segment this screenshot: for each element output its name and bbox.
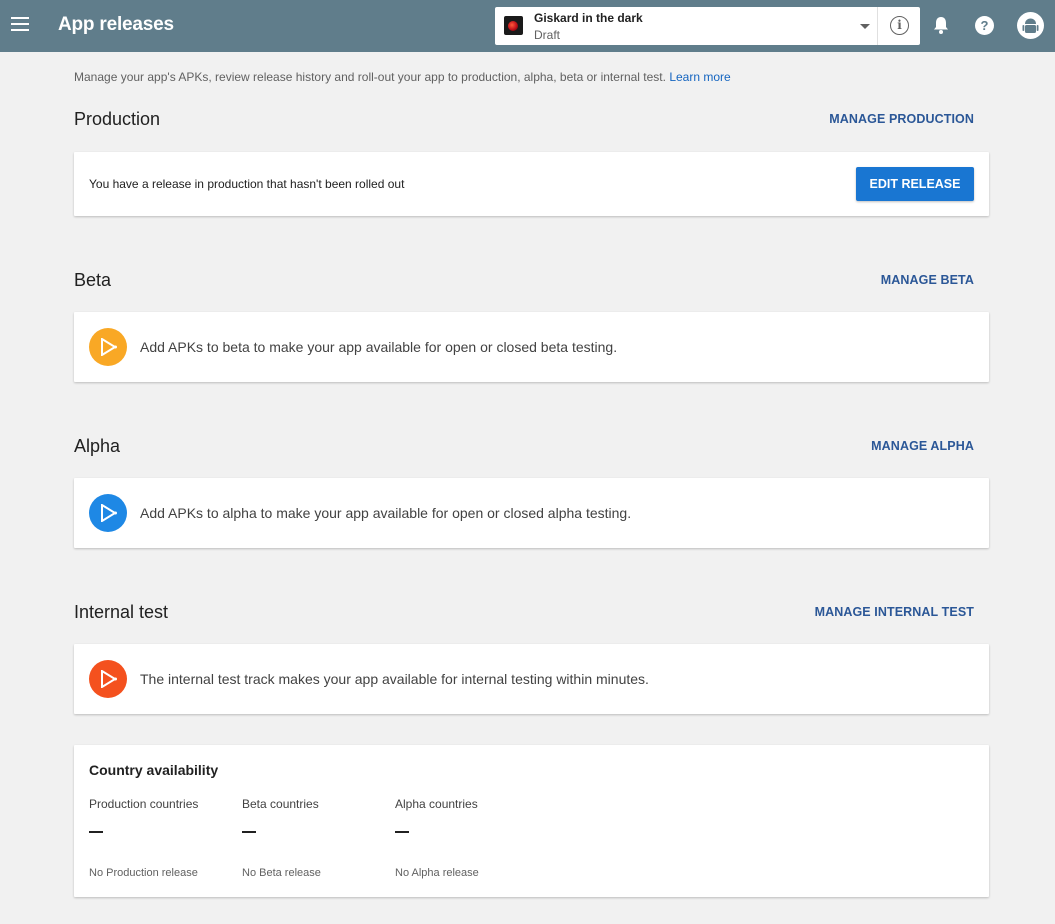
avatar[interactable]: [1017, 12, 1044, 39]
beta-countries-column: Beta countries No Beta release: [242, 797, 321, 879]
menu-icon[interactable]: [11, 17, 29, 31]
country-value-dash: [242, 831, 256, 833]
country-availability-title: Country availability: [89, 762, 219, 778]
top-app-bar: App releases Giskard in the dark Draft i…: [0, 0, 1055, 52]
alpha-countries-column: Alpha countries No Alpha release: [395, 797, 479, 879]
section-title-beta: Beta: [74, 270, 112, 290]
manage-beta-link[interactable]: MANAGE BETA: [881, 273, 974, 287]
production-countries-column: Production countries No Production relea…: [89, 797, 199, 879]
android-avatar-icon: [1022, 18, 1039, 33]
alpha-card: Add APKs to alpha to make your app avail…: [74, 478, 989, 548]
country-value-dash: [395, 831, 409, 833]
beta-card: Add APKs to beta to make your app availa…: [74, 312, 989, 382]
production-message: You have a release in production that ha…: [89, 177, 405, 191]
country-label: Production countries: [89, 797, 199, 811]
country-label: Alpha countries: [395, 797, 478, 811]
internal-test-track-icon: [89, 660, 127, 698]
country-label: Beta countries: [242, 797, 319, 811]
beta-message: Add APKs to beta to make your app availa…: [140, 339, 618, 355]
section-title-production: Production: [74, 109, 161, 129]
internal-test-message: The internal test track makes your app a…: [140, 671, 649, 687]
app-selector[interactable]: Giskard in the dark Draft i: [495, 7, 920, 45]
manage-internal-test-link[interactable]: MANAGE INTERNAL TEST: [815, 605, 974, 619]
beta-track-icon: [89, 328, 127, 366]
dropdown-arrow-icon[interactable]: [860, 24, 870, 29]
page-title: App releases: [58, 14, 174, 35]
section-title-alpha: Alpha: [74, 436, 121, 456]
country-note: No Alpha release: [395, 867, 479, 879]
help-icon[interactable]: ?: [975, 16, 994, 35]
country-note: No Beta release: [242, 867, 321, 879]
country-availability-card: Country availability Production countrie…: [74, 745, 989, 897]
intro-text: Manage your app's APKs, review release h…: [74, 70, 731, 84]
info-icon[interactable]: i: [890, 16, 909, 35]
app-name: Giskard in the dark: [534, 11, 643, 25]
app-status: Draft: [534, 28, 561, 42]
country-note: No Production release: [89, 867, 198, 879]
section-title-internal-test: Internal test: [74, 602, 169, 622]
production-card: You have a release in production that ha…: [74, 152, 989, 216]
manage-production-link[interactable]: MANAGE PRODUCTION: [829, 112, 974, 126]
divider: [877, 7, 878, 45]
app-thumbnail-icon: [504, 16, 523, 35]
internal-test-card: The internal test track makes your app a…: [74, 644, 989, 714]
manage-alpha-link[interactable]: MANAGE ALPHA: [871, 439, 974, 453]
alpha-message: Add APKs to alpha to make your app avail…: [140, 505, 632, 521]
country-value-dash: [89, 831, 103, 833]
notifications-bell-icon[interactable]: [932, 15, 950, 35]
learn-more-link[interactable]: Learn more: [669, 70, 730, 84]
edit-release-button[interactable]: EDIT RELEASE: [856, 167, 974, 201]
alpha-track-icon: [89, 494, 127, 532]
